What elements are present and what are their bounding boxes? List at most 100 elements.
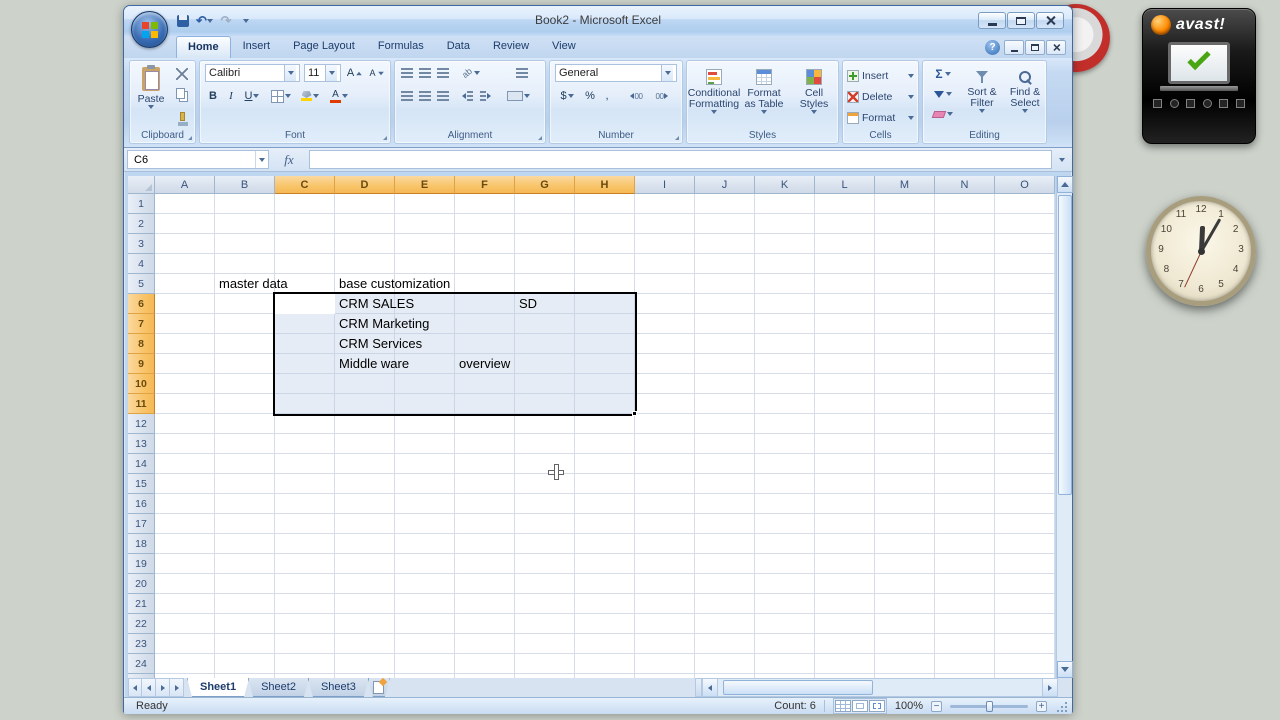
merge-center-button[interactable]	[503, 87, 533, 105]
cell-D5[interactable]: base customization	[339, 274, 450, 294]
row-header-14[interactable]: 14	[128, 454, 155, 474]
cells-area[interactable]	[155, 194, 1055, 678]
row-header-12[interactable]: 12	[128, 414, 155, 434]
ribbon-tab-page-layout[interactable]: Page Layout	[282, 36, 366, 58]
col-header-M[interactable]: M	[875, 176, 935, 194]
format-cells-button[interactable]: Format	[846, 108, 915, 127]
active-cell[interactable]	[275, 294, 335, 314]
col-header-J[interactable]: J	[695, 176, 755, 194]
horizontal-scrollbar[interactable]	[702, 678, 1058, 697]
avast-shortcut-icon[interactable]	[1219, 99, 1229, 108]
sheet-tab-sheet2[interactable]: Sheet2	[248, 678, 309, 697]
scroll-left-button[interactable]	[703, 679, 718, 696]
ribbon-tab-insert[interactable]: Insert	[232, 36, 282, 58]
clock-gadget[interactable]: 12 1 2 3 4 5 6 7 8 9 10 11	[1146, 196, 1256, 306]
cell-D9[interactable]: Middle ware	[339, 354, 409, 374]
zoom-in-button[interactable]: +	[1036, 700, 1047, 712]
row-header-16[interactable]: 16	[128, 494, 155, 514]
number-format-combo[interactable]: General	[555, 64, 677, 82]
cell-D7[interactable]: CRM Marketing	[339, 314, 429, 334]
col-header-E[interactable]: E	[395, 176, 455, 194]
orientation-button[interactable]	[459, 64, 483, 82]
ribbon-tab-review[interactable]: Review	[482, 36, 540, 58]
scroll-right-button[interactable]	[1042, 679, 1057, 696]
zoom-slider-knob[interactable]	[985, 700, 993, 712]
autosum-button[interactable]: Σ	[927, 65, 959, 83]
wrap-text-button[interactable]	[513, 64, 531, 82]
format-painter-button[interactable]	[172, 107, 192, 126]
resize-grip[interactable]	[1055, 700, 1068, 713]
delete-cells-button[interactable]: Delete	[846, 87, 915, 106]
row-header-2[interactable]: 2	[128, 214, 155, 234]
conditional-formatting-button[interactable]: Conditional Formatting	[688, 63, 740, 129]
font-dialog-launcher[interactable]	[378, 131, 388, 141]
ribbon-tab-view[interactable]: View	[541, 36, 587, 58]
zoom-out-button[interactable]: −	[931, 700, 942, 712]
col-header-H[interactable]: H	[575, 176, 635, 194]
tab-split-handle[interactable]	[695, 678, 702, 697]
insert-cells-button[interactable]: Insert	[846, 66, 915, 85]
workbook-restore-button[interactable]	[1025, 40, 1045, 55]
cell-G6[interactable]: SD	[519, 294, 537, 314]
avast-shortcut-icon[interactable]	[1169, 99, 1179, 108]
col-header-B[interactable]: B	[215, 176, 275, 194]
row-header-24[interactable]: 24	[128, 654, 155, 674]
row-header-10[interactable]: 10	[128, 374, 155, 394]
col-header-I[interactable]: I	[635, 176, 695, 194]
normal-view-button[interactable]	[834, 700, 851, 712]
fill-handle[interactable]	[632, 411, 637, 416]
minimize-button[interactable]	[978, 12, 1006, 29]
close-button[interactable]	[1036, 12, 1064, 29]
page-layout-view-button[interactable]	[851, 700, 868, 712]
paste-button[interactable]: Paste	[134, 64, 168, 128]
col-header-A[interactable]: A	[155, 176, 215, 194]
row-header-5[interactable]: 5	[128, 274, 155, 294]
cell-B5[interactable]: master data	[219, 274, 288, 294]
undo-button[interactable]	[194, 12, 215, 30]
number-dialog-launcher[interactable]	[670, 131, 680, 141]
bold-button[interactable]: B	[205, 87, 221, 105]
titlebar[interactable]: Book2 - Microsoft Excel	[124, 6, 1072, 48]
insert-function-button[interactable]: fx	[269, 152, 309, 168]
row-header-9[interactable]: 9	[128, 354, 155, 374]
cell-styles-button[interactable]: Cell Styles	[790, 63, 838, 129]
align-left-button[interactable]	[399, 87, 415, 105]
avast-gadget[interactable]: avast!	[1142, 8, 1256, 144]
previous-sheet-button[interactable]	[142, 678, 156, 697]
name-box[interactable]: C6	[127, 150, 269, 169]
align-center-button[interactable]	[417, 87, 433, 105]
find-select-button[interactable]: Find & Select	[1005, 64, 1045, 130]
format-as-table-button[interactable]: Format as Table	[740, 63, 788, 129]
grow-font-button[interactable]: A	[345, 64, 365, 82]
ribbon-tab-formulas[interactable]: Formulas	[367, 36, 435, 58]
row-header-4[interactable]: 4	[128, 254, 155, 274]
vertical-scrollbar[interactable]	[1056, 176, 1073, 678]
align-bottom-button[interactable]	[435, 64, 451, 82]
row-header-8[interactable]: 8	[128, 334, 155, 354]
ribbon-tab-home[interactable]: Home	[176, 36, 231, 58]
col-header-L[interactable]: L	[815, 176, 875, 194]
row-header-15[interactable]: 15	[128, 474, 155, 494]
font-color-button[interactable]: A	[326, 87, 352, 105]
col-header-O[interactable]: O	[995, 176, 1055, 194]
formula-input[interactable]	[309, 150, 1052, 169]
comma-style-button[interactable]: ,	[600, 87, 614, 105]
row-header-20[interactable]: 20	[128, 574, 155, 594]
office-button[interactable]	[131, 11, 168, 48]
col-header-D[interactable]: D	[335, 176, 395, 194]
fill-button[interactable]	[927, 85, 959, 103]
col-header-K[interactable]: K	[755, 176, 815, 194]
qat-customize-button[interactable]	[237, 12, 255, 30]
row-header-17[interactable]: 17	[128, 514, 155, 534]
scroll-up-button[interactable]	[1057, 176, 1073, 193]
increase-decimal-button[interactable]: 00	[624, 87, 648, 105]
last-sheet-button[interactable]	[170, 678, 184, 697]
expand-formula-bar-button[interactable]	[1054, 150, 1069, 169]
sheet-tab-sheet3[interactable]: Sheet3	[308, 678, 369, 697]
row-header-1[interactable]: 1	[128, 194, 155, 214]
accounting-format-button[interactable]: $	[555, 87, 579, 105]
underline-button[interactable]: U	[241, 87, 263, 105]
avast-shortcut-icon[interactable]	[1153, 99, 1162, 108]
align-right-button[interactable]	[435, 87, 451, 105]
align-middle-button[interactable]	[417, 64, 433, 82]
